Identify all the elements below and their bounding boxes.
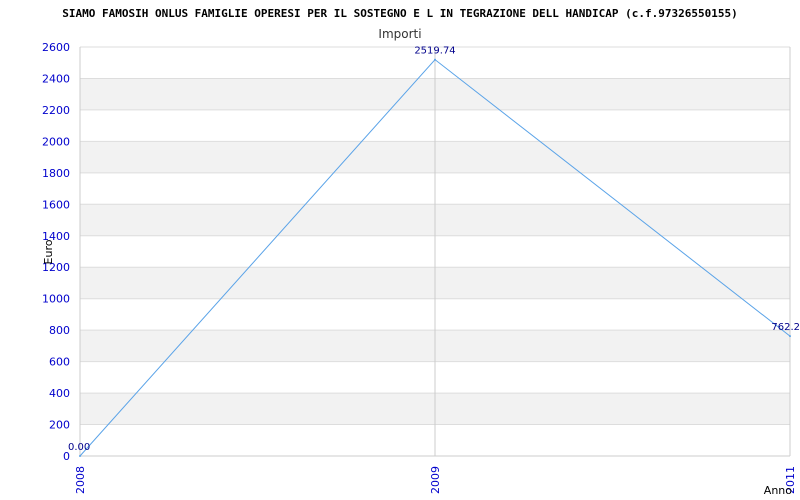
y-tick-label: 400 bbox=[49, 387, 70, 400]
chart-title: SIAMO FAMOSIH ONLUS FAMIGLIE OPERESI PER… bbox=[62, 7, 738, 20]
data-point bbox=[789, 335, 791, 338]
x-tick-labels: 2008 2009 2011 bbox=[74, 466, 797, 494]
chart-subtitle: Importi bbox=[378, 27, 421, 41]
data-label: 762.2 bbox=[771, 322, 800, 333]
y-tick-label: 600 bbox=[49, 356, 70, 369]
y-tick-label: 2000 bbox=[42, 135, 70, 148]
x-axis-label: Anno bbox=[764, 484, 792, 497]
y-tick-label: 2200 bbox=[42, 104, 70, 117]
data-point bbox=[79, 455, 81, 457]
y-tick-label: 1800 bbox=[42, 167, 70, 180]
y-tick-label: 2600 bbox=[42, 41, 70, 54]
y-tick-label: 800 bbox=[49, 324, 70, 337]
y-tick-label: 2400 bbox=[42, 72, 70, 85]
x-tick-label: 2009 bbox=[429, 466, 442, 494]
y-tick-label: 200 bbox=[49, 419, 70, 432]
y-tick-label: 1600 bbox=[42, 198, 70, 211]
data-label: 2519.74 bbox=[414, 46, 455, 57]
line-chart: 0200400600800100012001400160018002000220… bbox=[42, 7, 800, 497]
y-axis-label: Euro bbox=[42, 239, 55, 264]
y-tick-label: 1000 bbox=[42, 293, 70, 306]
data-label: 0.00 bbox=[68, 442, 90, 453]
data-point bbox=[434, 58, 436, 61]
x-tick-label: 2008 bbox=[74, 466, 87, 494]
